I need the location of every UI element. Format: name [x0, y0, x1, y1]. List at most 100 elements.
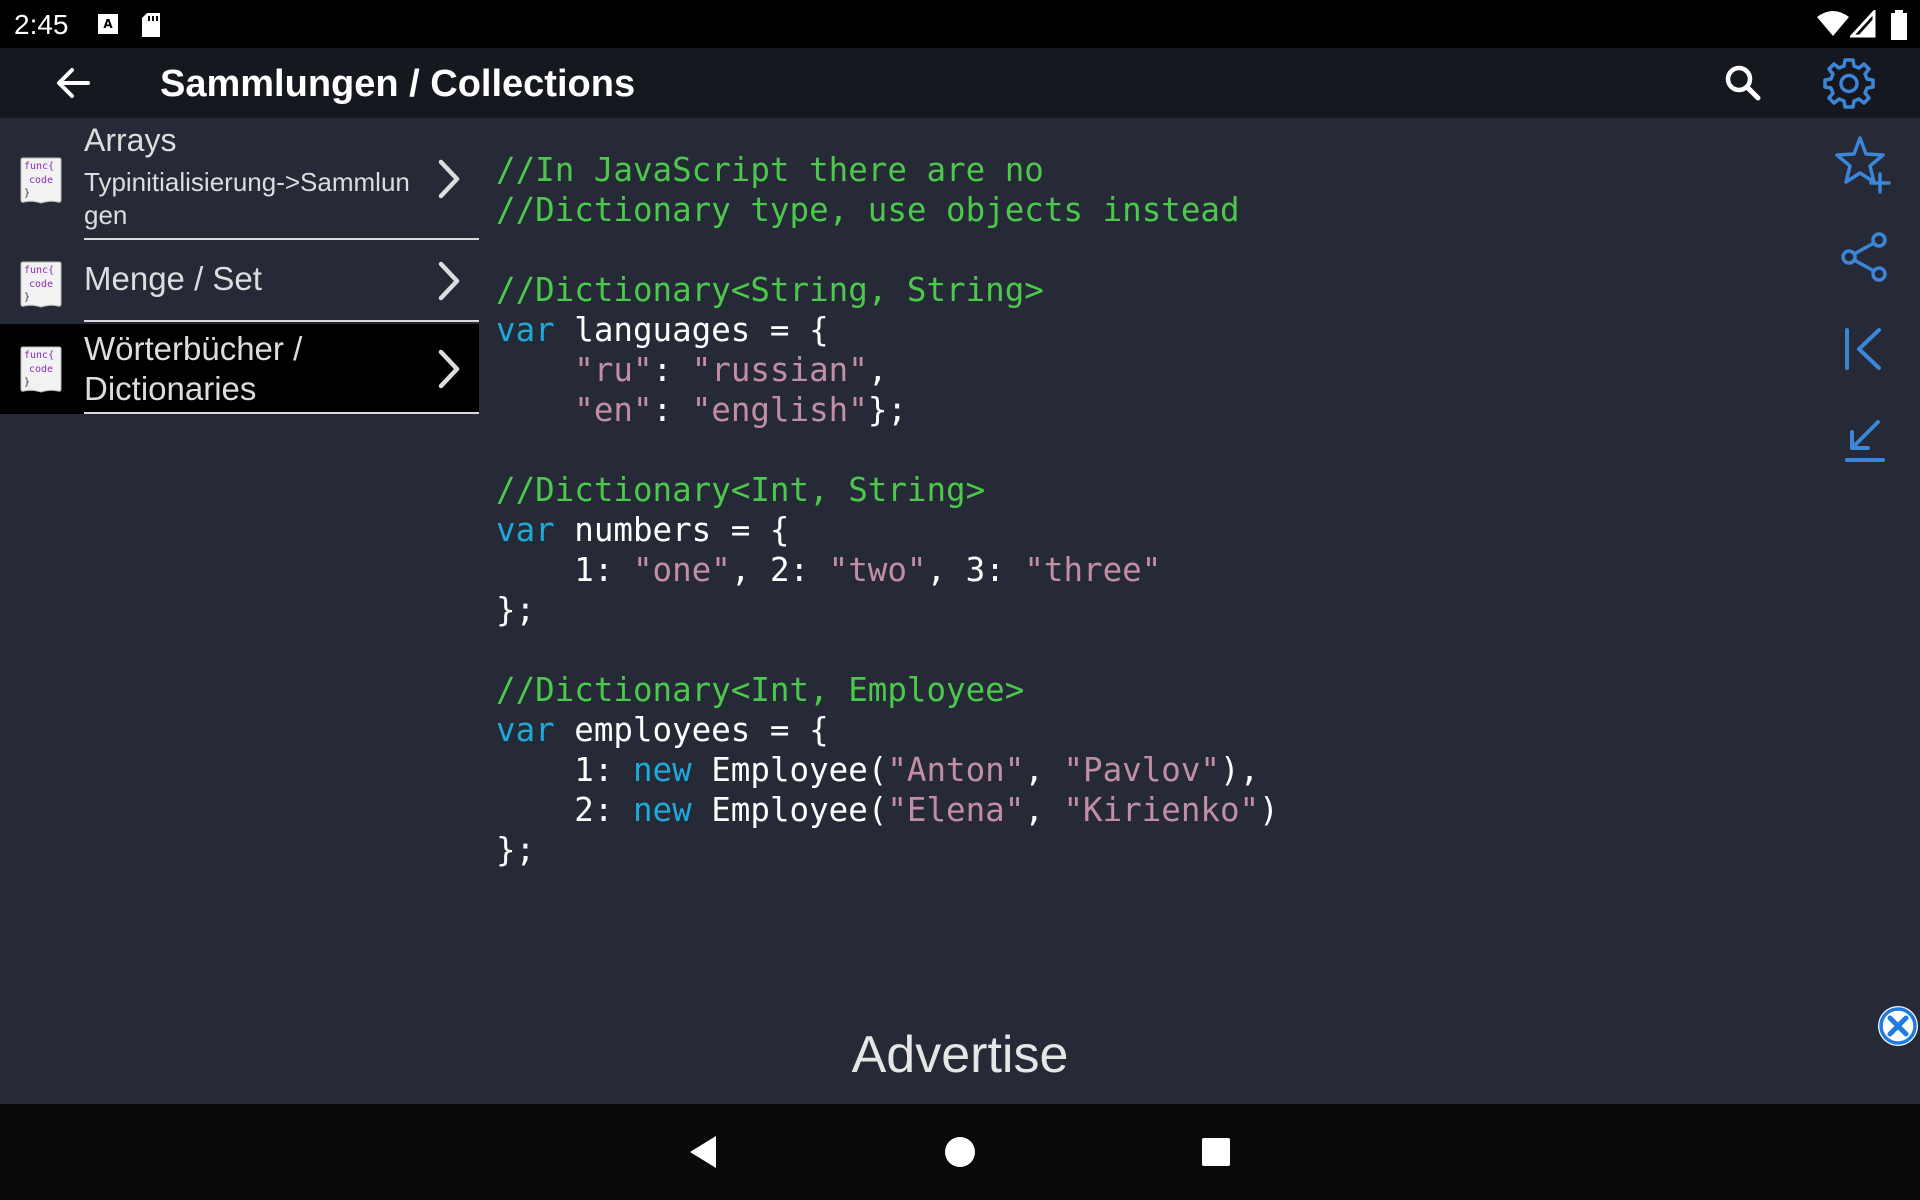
code-text: Employee( [691, 751, 888, 789]
divider [84, 412, 479, 414]
code-keyword: var [496, 511, 555, 549]
code-line: "en": "english"}; [496, 390, 1279, 430]
nav-home-button[interactable] [940, 1132, 980, 1172]
sidebar-item-arrays[interactable]: func{code} Arrays Typinitialisierung->Sa… [0, 118, 479, 240]
code-string: "en" [574, 391, 653, 429]
keyboard-a-icon: A [98, 14, 118, 34]
navigation-bar [0, 1104, 1920, 1200]
search-button[interactable] [1718, 58, 1768, 108]
code-string: "Pavlov" [1063, 751, 1220, 789]
code-icon-text: func{ [24, 161, 54, 172]
code-text: 2: [496, 791, 633, 829]
code-comment: //Dictionary type, use objects instead [496, 191, 1240, 229]
code-text: : [652, 351, 692, 389]
code-comment: //Dictionary<String, String> [496, 271, 1044, 309]
code-icon: func{code} [20, 260, 62, 308]
code-text: }; [496, 831, 536, 869]
code-icon-text: func{ [24, 350, 54, 361]
code-string: "russian" [691, 351, 868, 389]
code-icon-text: code [29, 279, 53, 290]
nav-home-icon [945, 1137, 975, 1167]
nav-back-icon [690, 1136, 716, 1168]
last-item-button[interactable] [1834, 410, 1896, 472]
code-line: //In JavaScript there are no [496, 150, 1279, 190]
code-string: "english" [691, 391, 868, 429]
code-text: Employee( [691, 791, 888, 829]
sidebar-item-subtitle: Typinitialisierung->Sammlun gen [84, 167, 410, 230]
sidebar-item-title: Menge / Set [84, 260, 262, 297]
jump-to-last-icon [1845, 420, 1885, 462]
code-line: //Dictionary type, use objects instead [496, 190, 1279, 230]
code-text: }; [496, 591, 536, 629]
code-keyword: new [632, 791, 692, 829]
gear-icon [1823, 58, 1875, 109]
code-text: 1: [496, 551, 633, 589]
code-text: , [1024, 791, 1064, 829]
code-text: , [1024, 751, 1064, 789]
sidebar-item-set[interactable]: func{code} Menge / Set [0, 240, 479, 322]
code-string: "ru" [574, 351, 653, 389]
close-circle-icon [1879, 1007, 1917, 1045]
code-text: , [867, 351, 888, 389]
code-line: //Dictionary<Int, Employee> [496, 670, 1279, 710]
code-text: employees = { [554, 711, 829, 749]
cell-signal-icon [1850, 10, 1876, 38]
settings-button[interactable] [1822, 56, 1876, 110]
status-time: 2:45 [14, 9, 69, 40]
code-line: //Dictionary<String, String> [496, 270, 1279, 310]
code-line: var employees = { [496, 710, 1279, 750]
code-line: }; [496, 830, 1279, 870]
code-line: //Dictionary<Int, String> [496, 470, 1279, 510]
search-icon [1725, 65, 1761, 101]
app-bar: Sammlungen / Collections [0, 48, 1920, 118]
sidebar-item-dictionaries[interactable]: func{ code} Wörterbücher / Dictionaries [0, 324, 479, 414]
code-icon-text: } [24, 292, 30, 303]
code-line: 1: "one", 2: "two", 3: "three" [496, 550, 1279, 590]
back-button[interactable] [48, 58, 98, 108]
advert-banner[interactable]: Advertise [0, 1025, 1920, 1085]
sidebar-item-title: Wörterbücher / Dictionaries [84, 330, 303, 407]
share-icon [1841, 232, 1887, 282]
chevron-right-icon [438, 159, 460, 199]
code-comment: //Dictionary<Int, String> [496, 471, 986, 509]
code-keyword: var [496, 711, 555, 749]
code-string: "one" [632, 551, 731, 589]
code-icon: func{ code} [20, 345, 62, 393]
share-button[interactable] [1834, 226, 1896, 288]
status-bar: 2:45 A [0, 0, 1920, 48]
code-line: var numbers = { [496, 510, 1279, 550]
code-text: }; [867, 391, 907, 429]
code-line: var languages = { [496, 310, 1279, 350]
star-plus-icon [1835, 136, 1891, 194]
code-comment: //Dictionary<Int, Employee> [496, 671, 1025, 709]
code-line: 1: new Employee("Anton", "Pavlov"), [496, 750, 1279, 790]
code-line: "ru": "russian", [496, 350, 1279, 390]
code-comment: //In JavaScript there are no [496, 151, 1044, 189]
chevron-right-icon [438, 261, 460, 301]
code-icon-text: } [24, 188, 30, 199]
code-keyword: var [496, 311, 555, 349]
page-title: Sammlungen / Collections [160, 63, 636, 105]
arrow-left-icon [57, 68, 90, 98]
first-item-button[interactable] [1834, 318, 1896, 380]
sd-card-icon [142, 13, 160, 37]
code-string: "Kirienko" [1063, 791, 1260, 829]
nav-back-button[interactable] [684, 1132, 724, 1172]
code-text: : [652, 391, 692, 429]
divider [84, 320, 479, 322]
code-text: ) [1259, 791, 1279, 829]
code-icon-text: } [24, 377, 30, 388]
close-ad-button[interactable] [1878, 1006, 1918, 1046]
chevron-right-icon [438, 349, 460, 389]
code-text: 1: [496, 751, 633, 789]
wifi-icon [1817, 11, 1849, 36]
nav-recents-button[interactable] [1196, 1132, 1236, 1172]
code-icon-text: code [29, 364, 53, 375]
add-favorite-button[interactable] [1834, 134, 1896, 196]
code-text: , 3: [926, 551, 1025, 589]
code-string: "three" [1024, 551, 1162, 589]
